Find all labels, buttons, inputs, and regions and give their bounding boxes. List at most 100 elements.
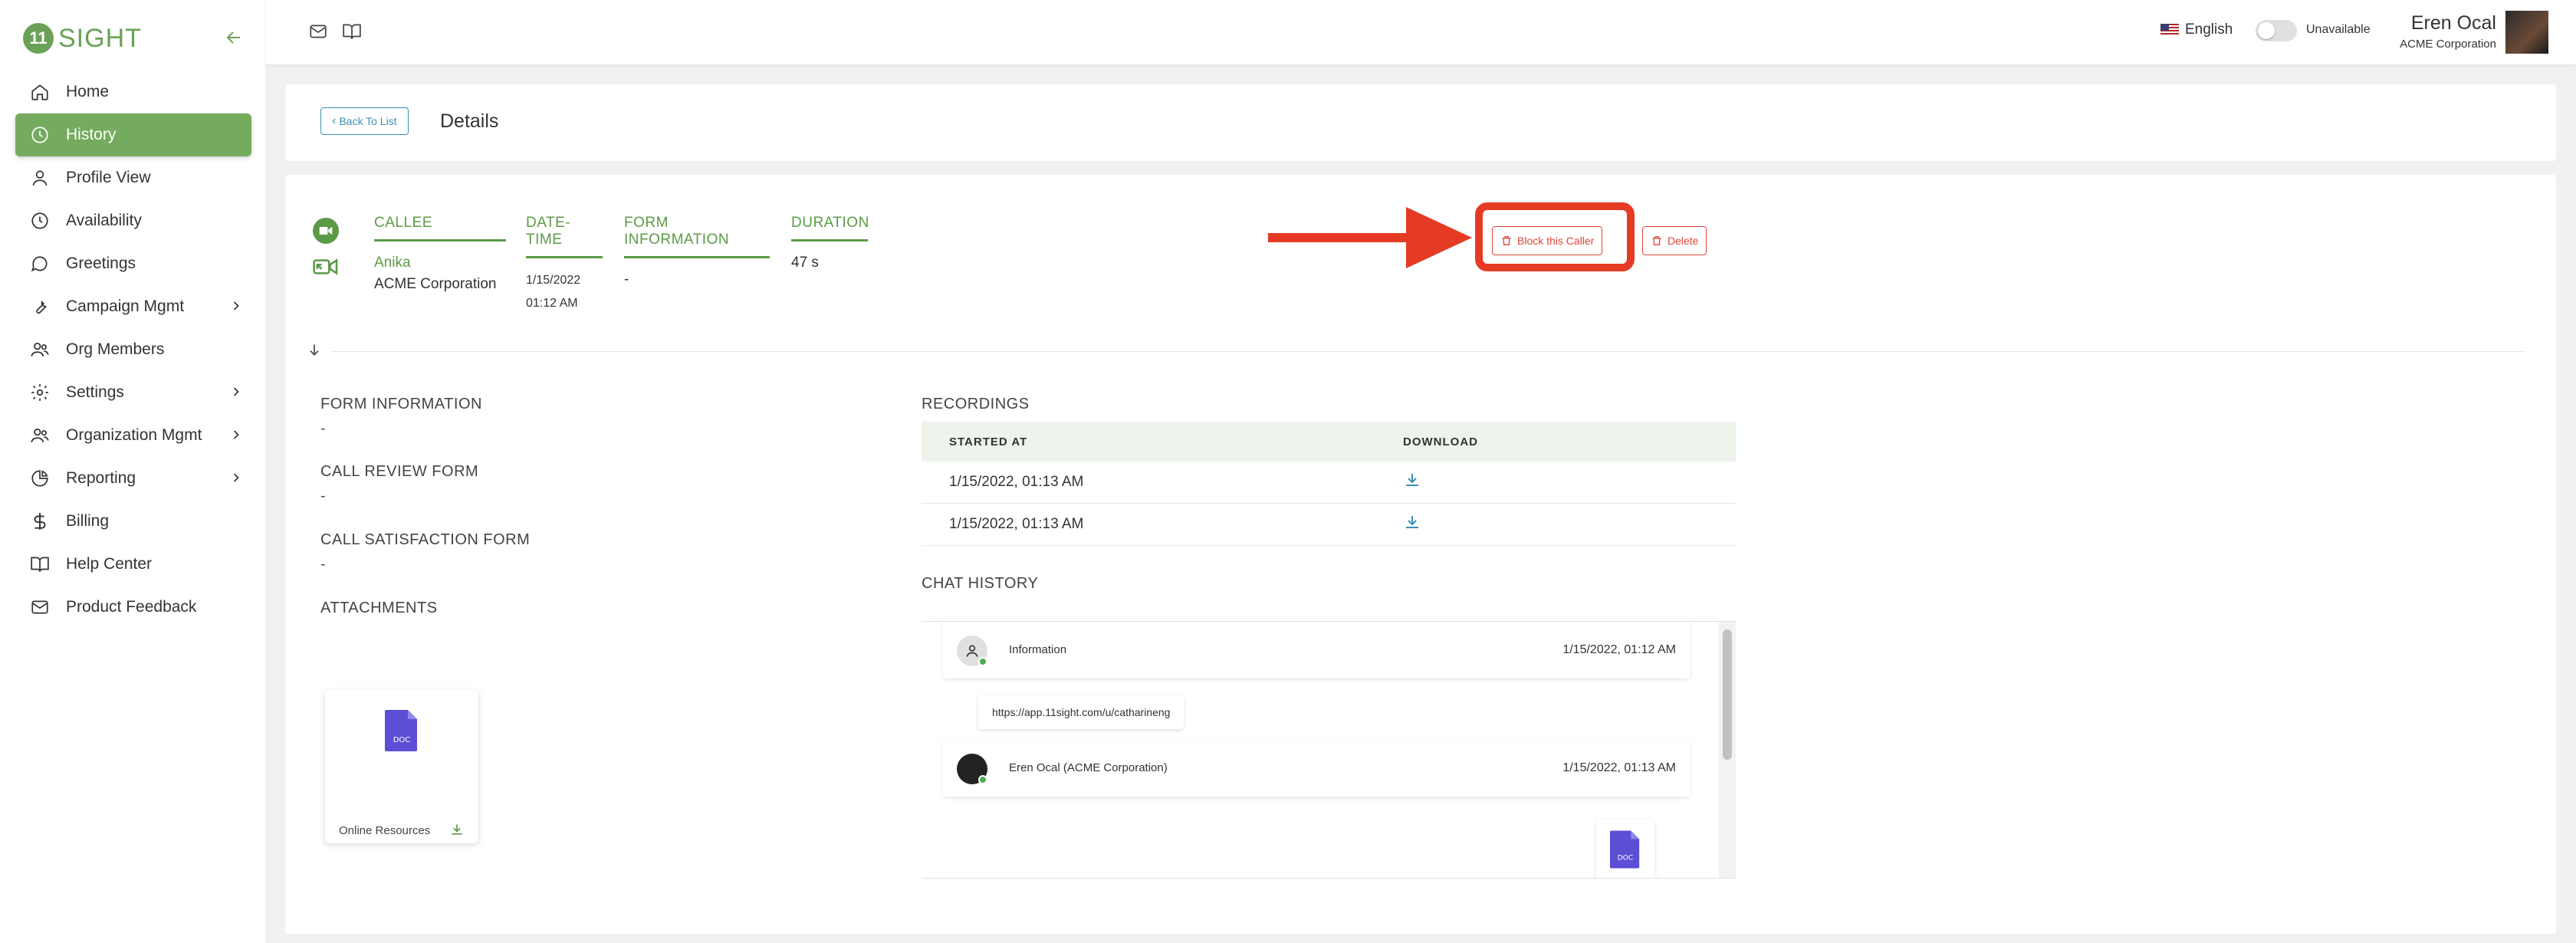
attachment-name: Online Resources <box>339 824 431 837</box>
call-satisfaction-form-label: CALL SATISFACTION FORM <box>320 531 531 548</box>
recording-started-at: 1/15/2022, 01:13 AM <box>949 474 1084 490</box>
sidebar-item-profile-view[interactable]: Profile View <box>15 156 251 199</box>
sidebar: 11 SIGHT Home History Profile View Avail… <box>0 0 265 943</box>
date-time-value: 1/15/2022 01:12 AM <box>526 269 603 315</box>
arrow-left-icon <box>226 31 240 44</box>
chat-sender: Eren Ocal (ACME Corporation) <box>1009 761 1168 774</box>
attachment-card[interactable]: DOC Online Resources <box>325 690 478 843</box>
chevron-left-icon: ‹ <box>332 114 337 127</box>
users-icon <box>29 425 51 446</box>
chat-history-label: CHAT HISTORY <box>922 575 1039 592</box>
sidebar-item-org-members[interactable]: Org Members <box>15 328 251 371</box>
doc-type-label: DOC <box>393 736 411 744</box>
sidebar-item-label: History <box>66 126 117 143</box>
sidebar-item-campaign-mgmt[interactable]: Campaign Mgmt <box>15 285 251 328</box>
form-information-value: - <box>624 271 629 288</box>
duration-column: DURATION 47 s <box>791 215 869 274</box>
chevron-right-icon <box>233 430 239 439</box>
avatar[interactable] <box>2505 11 2548 54</box>
sidebar-item-label: Product Feedback <box>66 598 197 616</box>
availability-label: Unavailable <box>2306 23 2371 36</box>
book-icon <box>29 554 51 575</box>
user-info[interactable]: Eren Ocal ACME Corporation <box>2400 12 2496 51</box>
column-header-form-information: FORM INFORMATION <box>624 215 770 258</box>
sidebar-nav: Home History Profile View Availability G… <box>15 71 251 629</box>
recordings-table: STARTED AT DOWNLOAD 1/15/2022, 01:13 AM … <box>922 422 1736 546</box>
download-icon[interactable] <box>1403 513 1421 531</box>
call-date: 1/15/2022 <box>526 274 581 287</box>
download-icon[interactable] <box>1403 471 1421 489</box>
sidebar-item-home[interactable]: Home <box>15 71 251 113</box>
mail-icon[interactable] <box>308 21 328 45</box>
sidebar-item-label: Help Center <box>66 555 153 573</box>
chat-timestamp: 1/15/2022, 01:12 AM <box>1562 643 1676 656</box>
user-icon <box>29 167 51 189</box>
sidebar-item-label: Home <box>66 83 110 100</box>
column-header-date-time: DATE-TIME <box>526 215 603 258</box>
sidebar-item-label: Availability <box>66 212 142 229</box>
avatar <box>957 754 987 784</box>
delete-button[interactable]: Delete <box>1642 226 1707 255</box>
topbar: English Unavailable Eren Ocal ACME Corpo… <box>265 0 2576 64</box>
sidebar-item-settings[interactable]: Settings <box>15 371 251 414</box>
chat-link-message[interactable]: https://app.11sight.com/u/catharineng <box>978 695 1184 729</box>
date-time-column: DATE-TIME 1/15/2022 01:12 AM <box>526 215 603 315</box>
sidebar-item-product-feedback[interactable]: Product Feedback <box>15 586 251 629</box>
sidebar-item-organization-mgmt[interactable]: Organization Mgmt <box>15 414 251 457</box>
scrollbar-thumb[interactable] <box>1723 629 1732 760</box>
clock-icon <box>29 210 51 232</box>
sidebar-item-label: Profile View <box>66 169 151 186</box>
logo[interactable]: 11 SIGHT <box>23 23 142 54</box>
users-icon <box>29 339 51 360</box>
language-label: English <box>2185 21 2233 38</box>
sidebar-item-help-center[interactable]: Help Center <box>15 543 251 586</box>
callee-name[interactable]: Anika <box>374 252 506 274</box>
duration-value: 47 s <box>791 255 819 271</box>
sidebar-item-reporting[interactable]: Reporting <box>15 457 251 500</box>
form-information-column: FORM INFORMATION - <box>624 215 770 291</box>
chevron-right-icon <box>233 473 239 482</box>
sidebar-item-label: Settings <box>66 383 124 401</box>
chat-attachment[interactable]: DOC <box>1596 820 1654 878</box>
collapse-sidebar-button[interactable] <box>222 26 245 49</box>
book-icon[interactable] <box>342 21 362 45</box>
trash-icon <box>1652 236 1661 245</box>
sidebar-item-history[interactable]: History <box>15 113 251 156</box>
column-header-started-at: STARTED AT <box>949 435 1028 449</box>
doc-file-icon: DOC <box>1610 830 1640 869</box>
trash-icon <box>1502 236 1511 245</box>
chat-bubble-icon <box>29 253 51 274</box>
sidebar-item-greetings[interactable]: Greetings <box>15 242 251 285</box>
doc-file-icon: DOC <box>385 710 417 751</box>
arrow-down-icon[interactable] <box>307 342 322 357</box>
avatar <box>957 636 987 666</box>
sidebar-item-label: Campaign Mgmt <box>66 297 185 315</box>
delete-label: Delete <box>1668 235 1699 247</box>
chat-scrollbar[interactable] <box>1719 622 1736 878</box>
chevron-right-icon <box>233 301 239 310</box>
chat-message: Information 1/15/2022, 01:12 AM <box>943 622 1690 678</box>
table-row: 1/15/2022, 01:13 AM <box>922 462 1736 504</box>
callee-column: CALLEE Anika ACME Corporation <box>374 215 506 295</box>
online-status-dot <box>978 657 987 666</box>
call-review-form-label: CALL REVIEW FORM <box>320 463 479 480</box>
download-icon[interactable] <box>449 822 465 837</box>
page-title: Details <box>440 110 499 132</box>
form-information-label: FORM INFORMATION <box>320 396 482 412</box>
dollar-icon <box>29 511 51 532</box>
sidebar-item-availability[interactable]: Availability <box>15 199 251 242</box>
sidebar-item-label: Reporting <box>66 469 136 487</box>
recording-started-at: 1/15/2022, 01:13 AM <box>949 516 1084 532</box>
sidebar-item-label: Org Members <box>66 340 165 358</box>
user-icon <box>966 645 978 657</box>
sidebar-item-billing[interactable]: Billing <box>15 500 251 543</box>
language-selector[interactable]: English <box>2160 21 2233 38</box>
details-header-card: ‹ Back To List Details <box>285 84 2556 161</box>
availability-toggle[interactable] <box>2256 20 2297 41</box>
column-header-duration: DURATION <box>791 215 869 242</box>
back-to-list-button[interactable]: ‹ Back To List <box>320 107 409 135</box>
block-caller-label: Block this Caller <box>1517 235 1595 247</box>
block-caller-button[interactable]: Block this Caller <box>1492 226 1603 255</box>
chat-history-panel[interactable]: Information 1/15/2022, 01:12 AM https://… <box>922 621 1736 879</box>
sidebar-item-label: Greetings <box>66 255 136 272</box>
